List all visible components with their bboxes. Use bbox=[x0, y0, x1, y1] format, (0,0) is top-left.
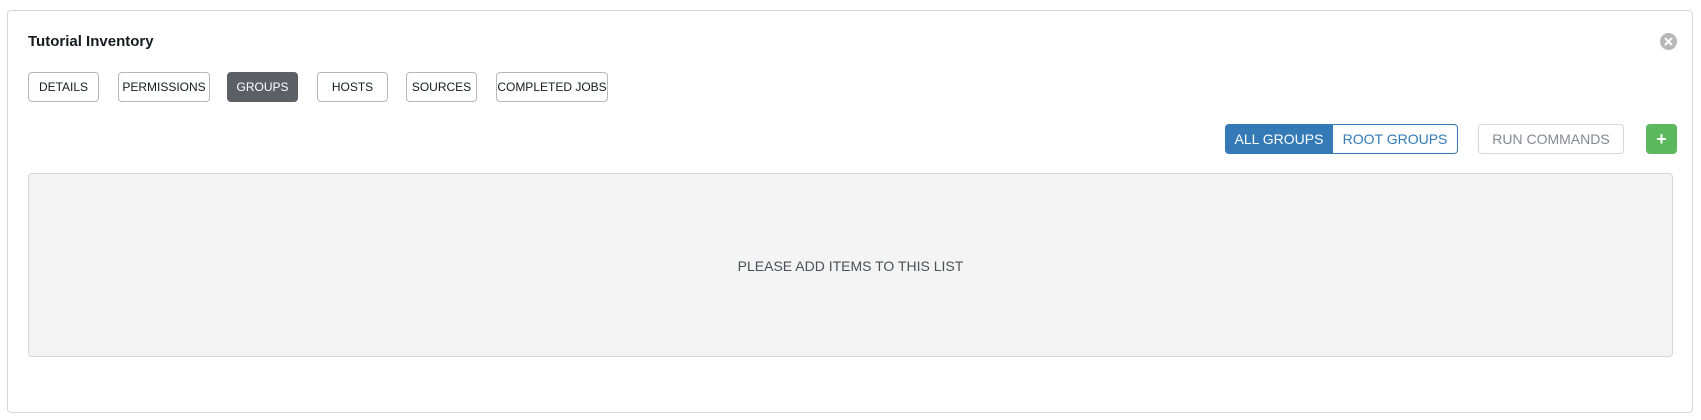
tab-hosts[interactable]: HOSTS bbox=[317, 72, 388, 102]
run-commands-button[interactable]: RUN COMMANDS bbox=[1478, 124, 1624, 154]
tab-permissions[interactable]: PERMISSIONS bbox=[118, 72, 210, 102]
panel-title: Tutorial Inventory bbox=[28, 33, 154, 50]
inventory-panel: Tutorial Inventory DETAILS PERMISSIONS G… bbox=[7, 10, 1693, 413]
add-group-button[interactable]: + bbox=[1646, 124, 1677, 154]
groups-list-empty: PLEASE ADD ITEMS TO THIS LIST bbox=[28, 173, 1673, 357]
tab-groups[interactable]: GROUPS bbox=[227, 72, 298, 102]
group-filter-toggle: ALL GROUPS ROOT GROUPS bbox=[1225, 124, 1458, 154]
empty-list-message: PLEASE ADD ITEMS TO THIS LIST bbox=[737, 258, 964, 274]
tab-details[interactable]: DETAILS bbox=[28, 72, 99, 102]
all-groups-button[interactable]: ALL GROUPS bbox=[1225, 124, 1333, 154]
tab-completed-jobs[interactable]: COMPLETED JOBS bbox=[496, 72, 608, 102]
tab-sources[interactable]: SOURCES bbox=[406, 72, 477, 102]
close-icon[interactable] bbox=[1660, 33, 1677, 50]
root-groups-button[interactable]: ROOT GROUPS bbox=[1333, 124, 1458, 154]
